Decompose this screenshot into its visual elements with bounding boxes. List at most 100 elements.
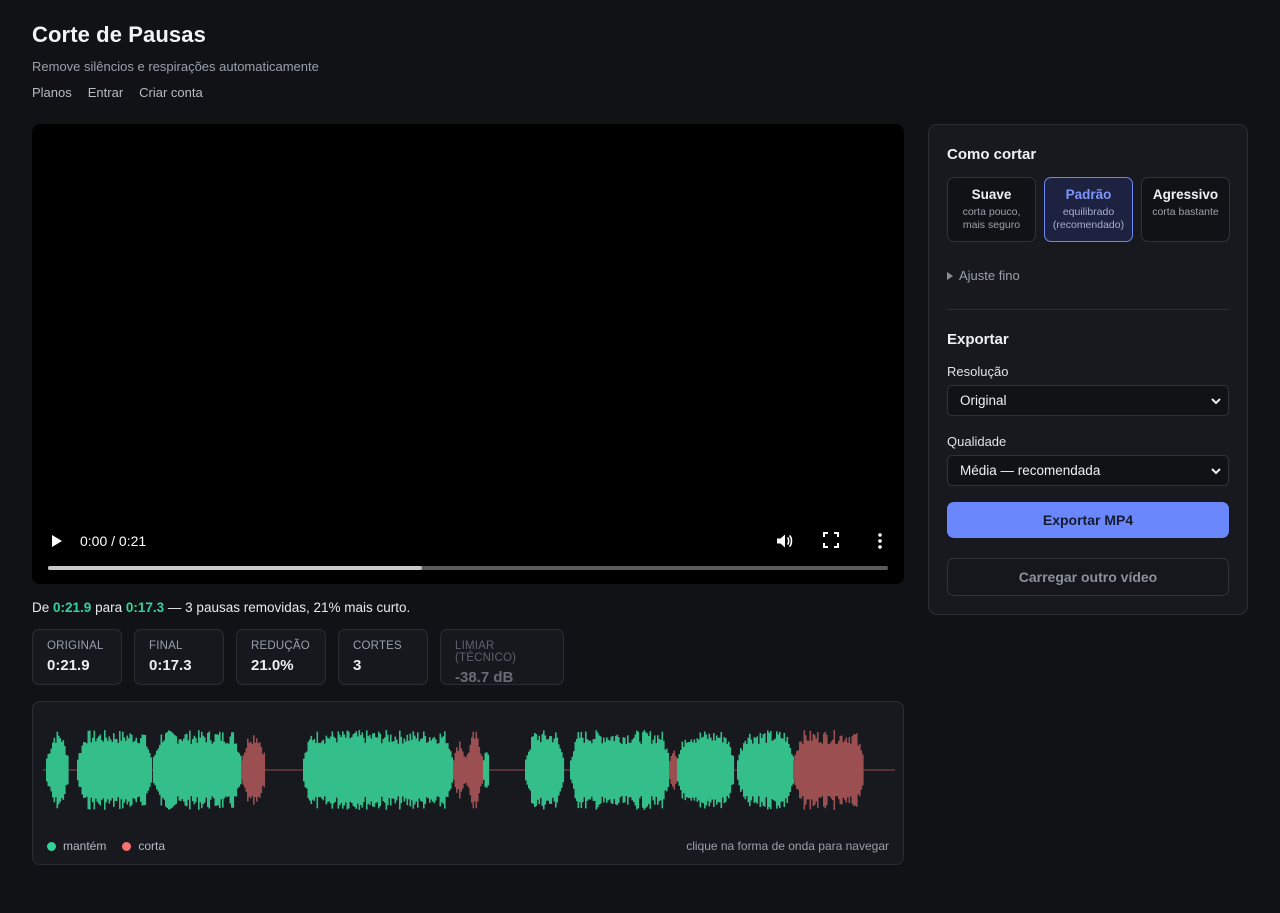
waveform-bar <box>579 737 581 803</box>
export-heading: Exportar <box>947 331 1009 348</box>
waveform-bar <box>655 743 658 797</box>
waveform-bar <box>817 732 819 808</box>
export-mp4-button[interactable]: Exportar MP4 <box>947 502 1229 538</box>
waveform[interactable] <box>33 702 903 832</box>
waveform-bar <box>750 739 753 801</box>
waveform-bar <box>456 747 458 793</box>
waveform-bar <box>791 754 793 786</box>
waveform-bar <box>621 743 623 797</box>
waveform-bar <box>384 737 386 803</box>
waveform-bar <box>445 743 448 797</box>
waveform-bar <box>319 743 322 797</box>
waveform-bar <box>390 734 392 806</box>
fullscreen-icon[interactable] <box>823 532 839 548</box>
waveform-bar <box>672 753 674 787</box>
waveform-cut-segment <box>241 735 266 805</box>
waveform-bar <box>140 738 142 802</box>
waveform-bar <box>102 741 105 799</box>
waveform-bar <box>600 736 602 804</box>
waveform-bar <box>731 755 733 785</box>
waveform-bar <box>531 736 533 804</box>
waveform-bar <box>199 737 202 803</box>
volume-icon[interactable] <box>775 532 793 550</box>
stat-cuts: CORTES 3 <box>338 629 428 685</box>
waveform-bar <box>96 738 99 802</box>
seek-bar[interactable] <box>48 566 888 570</box>
cut-mode-heading: Como cortar <box>947 146 1037 163</box>
waveform-bar <box>812 733 815 807</box>
waveform-bar <box>783 732 786 808</box>
mode-desc: corta bastante <box>1152 206 1219 218</box>
nav-plans-link[interactable]: Planos <box>32 85 72 100</box>
nav-login-link[interactable]: Entrar <box>88 85 123 100</box>
waveform-bar <box>474 738 476 802</box>
waveform-bar <box>779 731 781 809</box>
stat-final: FINAL 0:17.3 <box>134 629 224 685</box>
mode-standard-button[interactable]: Padrão equilibrado (recomendado) <box>1044 177 1133 242</box>
waveform-bar <box>444 731 446 809</box>
waveform-bar <box>457 750 460 790</box>
waveform-bar <box>361 732 364 808</box>
more-options-icon[interactable] <box>877 532 883 550</box>
waveform-bar <box>585 731 587 809</box>
waveform-bar <box>654 735 656 805</box>
waveform-bar <box>588 740 590 800</box>
waveform-bar <box>418 741 421 799</box>
waveform-bar <box>396 739 398 801</box>
waveform-bar <box>348 731 350 809</box>
mode-soft-button[interactable]: Suave corta pouco, mais seguro <box>947 177 1036 242</box>
waveform-bar <box>782 738 784 802</box>
waveform-bar <box>841 735 843 805</box>
resolution-select[interactable]: Original <box>947 385 1229 416</box>
waveform-bar <box>90 742 93 798</box>
quality-select[interactable]: Média — recomendada <box>947 455 1229 486</box>
waveform-bar <box>81 745 84 795</box>
waveform-bar <box>534 732 536 808</box>
waveform-keep-segment <box>737 730 795 810</box>
waveform-bar <box>174 735 176 805</box>
waveform-bar <box>719 737 721 803</box>
waveform-bar <box>805 735 807 805</box>
waveform-bar <box>570 760 572 780</box>
waveform-bar <box>658 738 661 802</box>
waveform-bar <box>364 742 367 798</box>
waveform-bar <box>101 740 103 800</box>
fine-tune-toggle[interactable]: Ajuste fino <box>947 268 1020 283</box>
waveform-bar <box>670 756 673 784</box>
video-player[interactable]: 0:00 / 0:21 <box>32 124 904 584</box>
waveform-bar <box>307 741 310 799</box>
waveform-bar <box>761 737 763 803</box>
waveform-bar <box>318 742 320 798</box>
waveform-bar <box>166 731 169 809</box>
waveform-bar <box>749 733 751 807</box>
load-another-video-button[interactable]: Carregar outro vídeo <box>947 558 1229 596</box>
mode-name: Padrão <box>1065 187 1112 202</box>
nav-signup-link[interactable]: Criar conta <box>139 85 203 100</box>
waveform-bar <box>219 731 221 809</box>
stat-value: 0:21.9 <box>47 657 90 674</box>
waveform-bar <box>692 742 694 798</box>
waveform-bar <box>717 737 720 803</box>
waveform-bar <box>342 731 344 809</box>
waveform-bar <box>56 731 59 809</box>
waveform-bar <box>186 733 188 807</box>
playback-time: 0:00 / 0:21 <box>80 533 147 549</box>
waveform-bar <box>403 738 406 802</box>
play-icon[interactable] <box>52 535 62 547</box>
legend-keep: mantém <box>47 839 106 853</box>
waveform-bar <box>640 743 643 797</box>
waveform-bar <box>138 743 141 797</box>
waveform-bar <box>372 733 374 807</box>
mode-aggressive-button[interactable]: Agressivo corta bastante <box>1141 177 1230 242</box>
waveform-bar <box>192 738 194 802</box>
waveform-bar <box>46 758 48 782</box>
waveform-bar <box>247 738 249 802</box>
waveform-bar <box>821 743 824 797</box>
waveform-bar <box>660 739 662 801</box>
mode-desc: corta pouco, mais seguro <box>962 206 1021 231</box>
waveform-bar <box>430 740 433 800</box>
waveform-bar <box>582 737 584 803</box>
waveform-bar <box>475 731 478 809</box>
waveform-bar <box>486 752 488 788</box>
waveform-bar <box>462 751 464 789</box>
